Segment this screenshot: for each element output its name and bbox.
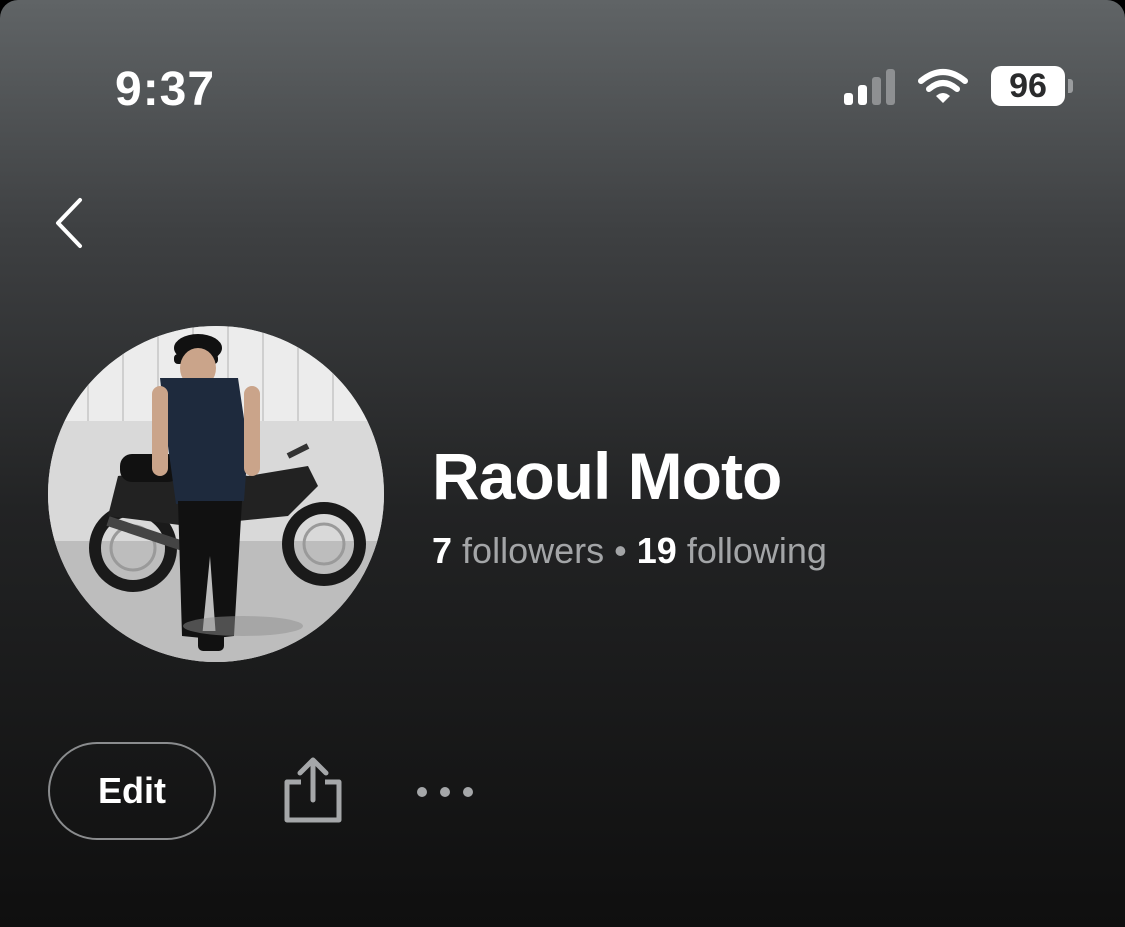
profile-name: Raoul Moto [432, 439, 782, 513]
status-icons: 96 [844, 66, 1073, 106]
edit-button[interactable]: Edit [48, 742, 216, 840]
following-count: 19 [636, 530, 677, 571]
avatar[interactable] [48, 326, 384, 662]
stats-separator: • [614, 530, 627, 571]
following-label: following [686, 530, 827, 571]
profile-screen: 9:37 96 Raoul Moto 7 followers • 19 foll… [0, 0, 1125, 927]
followers-label: followers [462, 530, 605, 571]
wifi-icon [918, 69, 968, 103]
followers-count: 7 [432, 530, 453, 571]
follow-stats[interactable]: 7 followers • 19 following [432, 530, 827, 572]
chevron-left-icon[interactable] [50, 196, 90, 252]
ellipsis-icon[interactable] [410, 776, 480, 808]
battery-level: 96 [991, 66, 1065, 106]
share-icon[interactable] [283, 756, 343, 824]
status-time: 9:37 [115, 63, 216, 116]
cellular-signal-icon [844, 67, 895, 105]
battery-icon: 96 [991, 66, 1073, 106]
